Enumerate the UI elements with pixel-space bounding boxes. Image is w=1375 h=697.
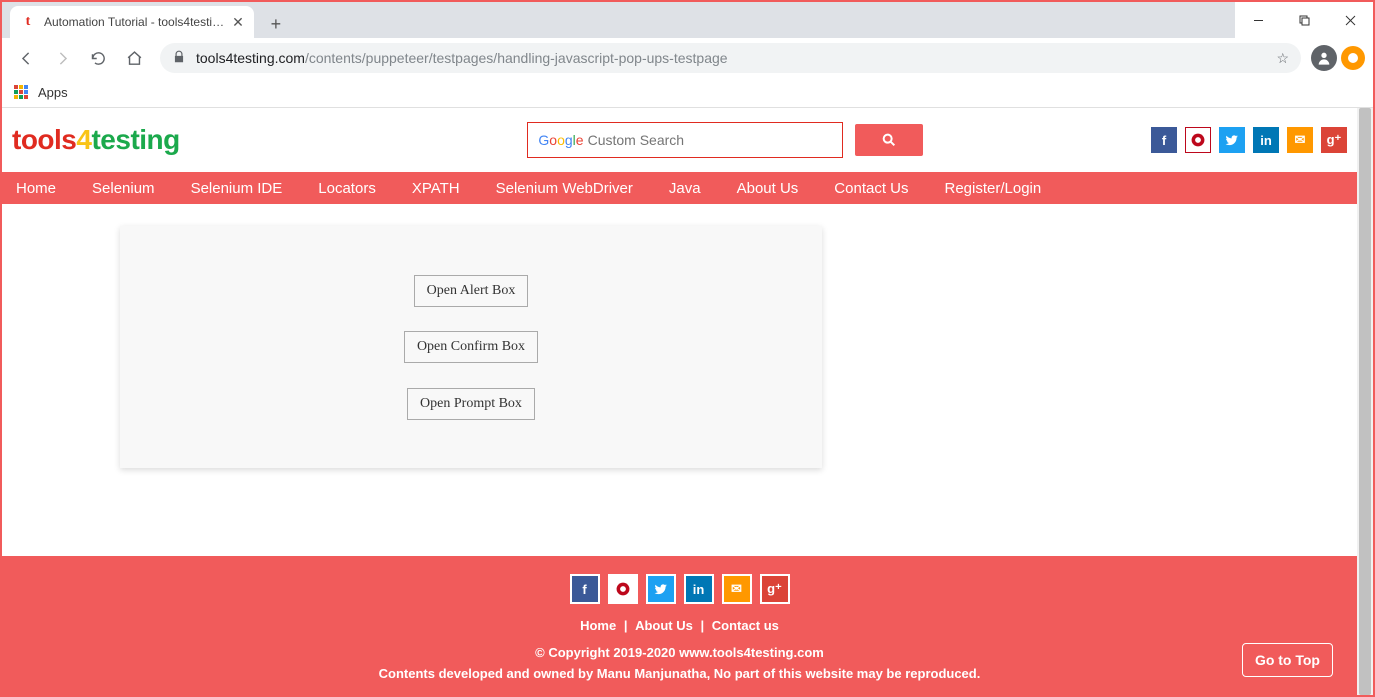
linkedin-icon[interactable]: in [1253, 127, 1279, 153]
facebook-icon[interactable]: f [1151, 127, 1177, 153]
site-nav: Home Selenium Selenium IDE Locators XPAT… [2, 172, 1357, 204]
scrollbar[interactable] [1357, 108, 1373, 695]
footer-pinterest-icon[interactable] [608, 574, 638, 604]
footer-link-home[interactable]: Home [580, 618, 616, 633]
browser-tab[interactable]: t Automation Tutorial - tools4testi… ✕ [10, 6, 254, 38]
apps-label[interactable]: Apps [38, 85, 68, 100]
search-placeholder: Custom Search [588, 132, 684, 148]
open-alert-button[interactable]: Open Alert Box [414, 275, 529, 307]
nav-locators[interactable]: Locators [312, 180, 382, 197]
googleplus-icon[interactable]: g⁺ [1321, 127, 1347, 153]
viewport: tools4testing Google Custom Search f in … [2, 108, 1373, 695]
bookmarks-bar: Apps [2, 78, 1373, 108]
favicon-icon: t [20, 14, 36, 30]
close-window-button[interactable] [1327, 2, 1373, 38]
nav-home[interactable]: Home [10, 180, 62, 197]
open-prompt-button[interactable]: Open Prompt Box [407, 388, 535, 420]
footer-links: Home | About Us | Contact us [2, 618, 1357, 633]
google-logo-text: Google [538, 132, 583, 148]
footer-email-icon[interactable]: ✉ [722, 574, 752, 604]
open-confirm-button[interactable]: Open Confirm Box [404, 331, 538, 363]
footer-linkedin-icon[interactable]: in [684, 574, 714, 604]
scrollbar-thumb[interactable] [1359, 108, 1371, 695]
bookmark-star-icon[interactable]: ☆ [1276, 50, 1289, 67]
minimize-button[interactable] [1235, 2, 1281, 38]
new-tab-button[interactable]: + [262, 10, 290, 38]
reload-button[interactable] [82, 42, 114, 74]
nav-xpath[interactable]: XPATH [406, 180, 466, 197]
search-icon [881, 132, 897, 148]
footer-link-contact[interactable]: Contact us [712, 618, 779, 633]
forward-button[interactable] [46, 42, 78, 74]
address-bar[interactable]: tools4testing.com/contents/puppeteer/tes… [160, 43, 1301, 73]
nav-register[interactable]: Register/Login [939, 180, 1048, 197]
site-header: tools4testing Google Custom Search f in … [2, 108, 1357, 172]
profile-button[interactable] [1311, 45, 1337, 71]
back-button[interactable] [10, 42, 42, 74]
search-input[interactable]: Google Custom Search [527, 122, 843, 158]
footer-link-about[interactable]: About Us [635, 618, 693, 633]
nav-contact[interactable]: Contact Us [828, 180, 914, 197]
content-area: Open Alert Box Open Confirm Box Open Pro… [2, 204, 1357, 556]
footer-disclaimer: Contents developed and owned by Manu Man… [2, 666, 1357, 681]
footer-social: f in ✉ g⁺ [2, 574, 1357, 604]
nav-about[interactable]: About Us [731, 180, 805, 197]
site-footer: f in ✉ g⁺ Home | About Us | Contact us ©… [2, 556, 1357, 695]
url-text: tools4testing.com/contents/puppeteer/tes… [196, 50, 728, 66]
go-to-top-button[interactable]: Go to Top [1242, 643, 1333, 677]
twitter-icon[interactable] [1219, 127, 1245, 153]
demo-card: Open Alert Box Open Confirm Box Open Pro… [120, 226, 822, 468]
header-social: f in ✉ g⁺ [1151, 127, 1347, 153]
maximize-button[interactable] [1281, 2, 1327, 38]
window-controls [1235, 2, 1373, 38]
site-logo[interactable]: tools4testing [12, 124, 180, 156]
extension-icon[interactable] [1341, 46, 1365, 70]
email-icon[interactable]: ✉ [1287, 127, 1313, 153]
footer-twitter-icon[interactable] [646, 574, 676, 604]
browser-chrome: t Automation Tutorial - tools4testi… ✕ +… [2, 2, 1373, 108]
footer-copyright: © Copyright 2019-2020 www.tools4testing.… [2, 645, 1357, 660]
nav-selenium[interactable]: Selenium [86, 180, 161, 197]
nav-selenium-ide[interactable]: Selenium IDE [185, 180, 289, 197]
search-wrap: Google Custom Search [527, 122, 923, 158]
lock-icon [172, 50, 186, 67]
page: tools4testing Google Custom Search f in … [2, 108, 1357, 695]
search-button[interactable] [855, 124, 923, 156]
nav-webdriver[interactable]: Selenium WebDriver [490, 180, 639, 197]
nav-java[interactable]: Java [663, 180, 707, 197]
footer-googleplus-icon[interactable]: g⁺ [760, 574, 790, 604]
tab-title: Automation Tutorial - tools4testi… [44, 15, 224, 29]
close-tab-icon[interactable]: ✕ [232, 14, 244, 31]
apps-icon[interactable] [14, 85, 30, 101]
pinterest-icon[interactable] [1185, 127, 1211, 153]
home-button[interactable] [118, 42, 150, 74]
footer-facebook-icon[interactable]: f [570, 574, 600, 604]
toolbar: tools4testing.com/contents/puppeteer/tes… [2, 38, 1373, 78]
tab-strip: t Automation Tutorial - tools4testi… ✕ + [2, 2, 1373, 38]
